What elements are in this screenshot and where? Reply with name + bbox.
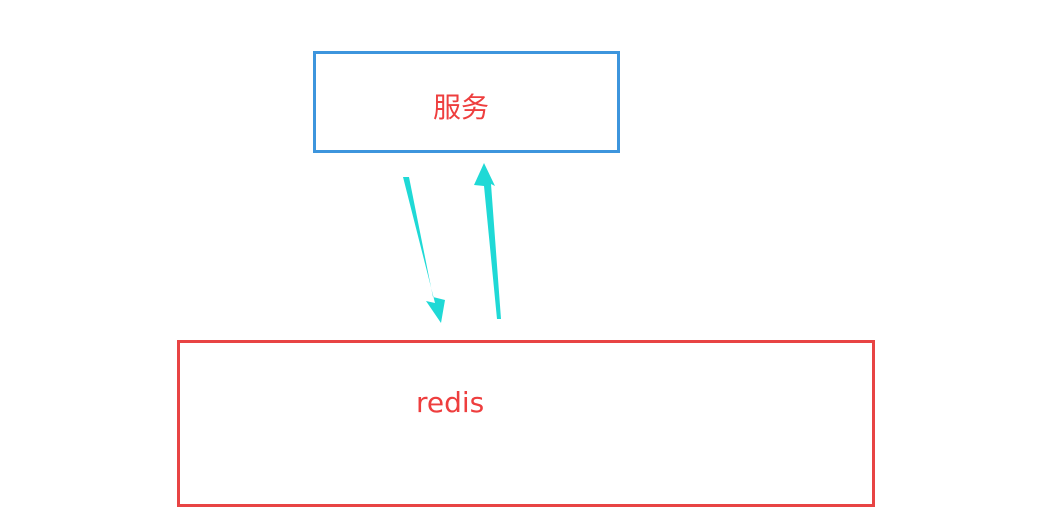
service-label: 服务 <box>433 91 490 124</box>
redis-label: redis <box>416 386 485 419</box>
service-node: 服务 <box>313 51 620 153</box>
arrow-redis-to-service <box>474 163 501 319</box>
arrow-service-to-redis <box>403 177 445 323</box>
redis-node: redis <box>177 340 875 507</box>
